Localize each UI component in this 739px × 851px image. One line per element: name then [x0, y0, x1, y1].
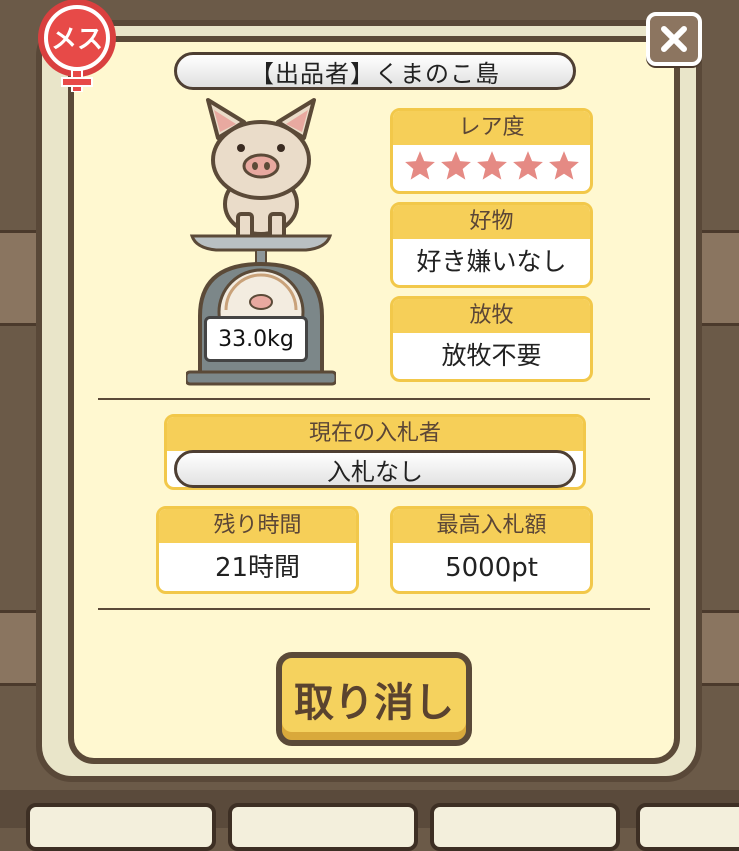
- close-icon: [661, 26, 687, 52]
- favorite-card: 好物 好き嫌いなし: [390, 202, 593, 288]
- rarity-label: レア度: [393, 111, 590, 145]
- female-icon: メス: [38, 0, 116, 92]
- highest-bid-label: 最高入札額: [393, 509, 590, 543]
- seller-label: 【出品者】くまのこ島: [174, 52, 576, 90]
- toolbar-tab[interactable]: [228, 803, 418, 851]
- cancel-button[interactable]: 取り消し: [276, 652, 472, 746]
- close-button[interactable]: [646, 12, 702, 66]
- toolbar-tab[interactable]: [636, 803, 739, 851]
- gender-label: メス: [51, 25, 103, 55]
- time-left-label: 残り時間: [159, 509, 356, 543]
- highest-bid-card: 最高入札額 5000pt: [390, 506, 593, 594]
- highest-bid-value: 5000pt: [445, 553, 538, 583]
- star-icon: [512, 151, 543, 180]
- toolbar-tab[interactable]: [430, 803, 620, 851]
- rarity-card: レア度: [390, 108, 593, 194]
- time-left-card: 残り時間 21時間: [156, 506, 359, 594]
- rarity-stars: [393, 149, 590, 183]
- divider: [98, 398, 650, 400]
- toolbar-tab[interactable]: [26, 803, 216, 851]
- favorite-label: 好物: [393, 205, 590, 239]
- star-icon: [476, 151, 507, 180]
- star-icon: [548, 151, 579, 180]
- grazing-card: 放牧 放牧不要: [390, 296, 593, 382]
- current-bidder-label: 現在の入札者: [167, 417, 583, 451]
- divider: [98, 608, 650, 610]
- grazing-value: 放牧不要: [441, 341, 542, 370]
- star-icon: [440, 151, 471, 180]
- grazing-label: 放牧: [393, 299, 590, 333]
- time-left-value: 21時間: [214, 553, 301, 583]
- weight-display: 33.0kg: [204, 316, 308, 362]
- favorite-value: 好き嫌いなし: [416, 247, 567, 276]
- star-icon: [404, 151, 435, 180]
- current-bidder-value: 入札なし: [174, 450, 576, 488]
